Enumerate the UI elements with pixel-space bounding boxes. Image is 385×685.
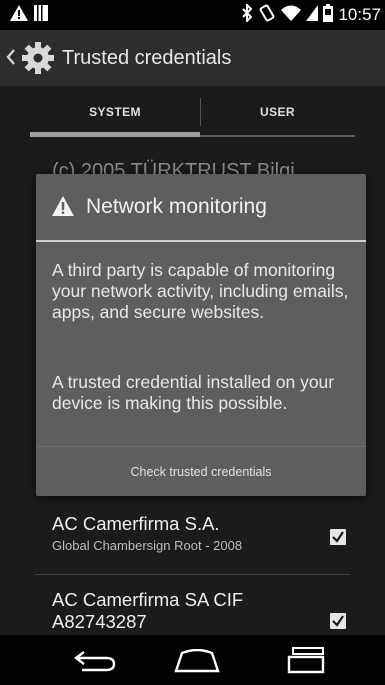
gear-icon[interactable] <box>20 42 56 79</box>
recents-icon[interactable] <box>287 646 327 679</box>
signal-icon <box>306 4 319 26</box>
status-right-icons: 10:57 <box>241 2 381 27</box>
wifi-icon <box>281 5 302 26</box>
dialog-title-divider <box>36 240 366 242</box>
tab-selected-indicator <box>30 132 200 137</box>
dialog-message: A third party is capable of monitoring y… <box>52 260 349 322</box>
navigation-bar <box>0 635 385 685</box>
list-item-subtitle: Global Chambersign Root - 2008 <box>52 538 243 553</box>
up-caret-icon[interactable] <box>6 49 16 70</box>
dialog-message: A trusted credential installed on your d… <box>52 372 335 413</box>
list-item[interactable]: AC Camerfirma SA CIF A82743287 <box>0 574 385 635</box>
list-item-title: AC Camerfirma SA CIF A82743287 <box>52 589 244 632</box>
vibrate-icon <box>258 3 276 27</box>
back-icon[interactable] <box>72 648 116 679</box>
page-title: Trusted credentials <box>62 47 232 69</box>
list-item-title: AC Camerfirma S.A. <box>52 513 220 534</box>
home-icon[interactable] <box>174 648 220 678</box>
tab-user[interactable]: USER <box>200 86 355 138</box>
list-item[interactable]: AC Camerfirma S.A. Global Chambersign Ro… <box>0 500 385 574</box>
status-left-icons <box>10 4 48 26</box>
network-monitoring-dialog: Network monitoring A third party is capa… <box>36 174 366 496</box>
enabled-checkbox[interactable] <box>330 529 346 545</box>
tab-system[interactable]: SYSTEM <box>30 86 200 138</box>
status-bar: 10:57 <box>0 0 385 30</box>
dialog-title: Network monitoring <box>86 195 267 218</box>
status-time: 10:57 <box>338 5 381 24</box>
action-bar[interactable]: Trusted credentials <box>0 30 385 86</box>
battery-icon <box>323 3 334 27</box>
check-trusted-credentials-button[interactable]: Check trusted credentials <box>36 447 366 496</box>
warning-icon <box>52 196 74 221</box>
notification-icon <box>34 4 48 26</box>
tab-bar: SYSTEM USER <box>30 86 355 138</box>
bluetooth-icon <box>241 2 253 27</box>
warning-icon <box>10 4 28 26</box>
enabled-checkbox[interactable] <box>330 613 346 629</box>
